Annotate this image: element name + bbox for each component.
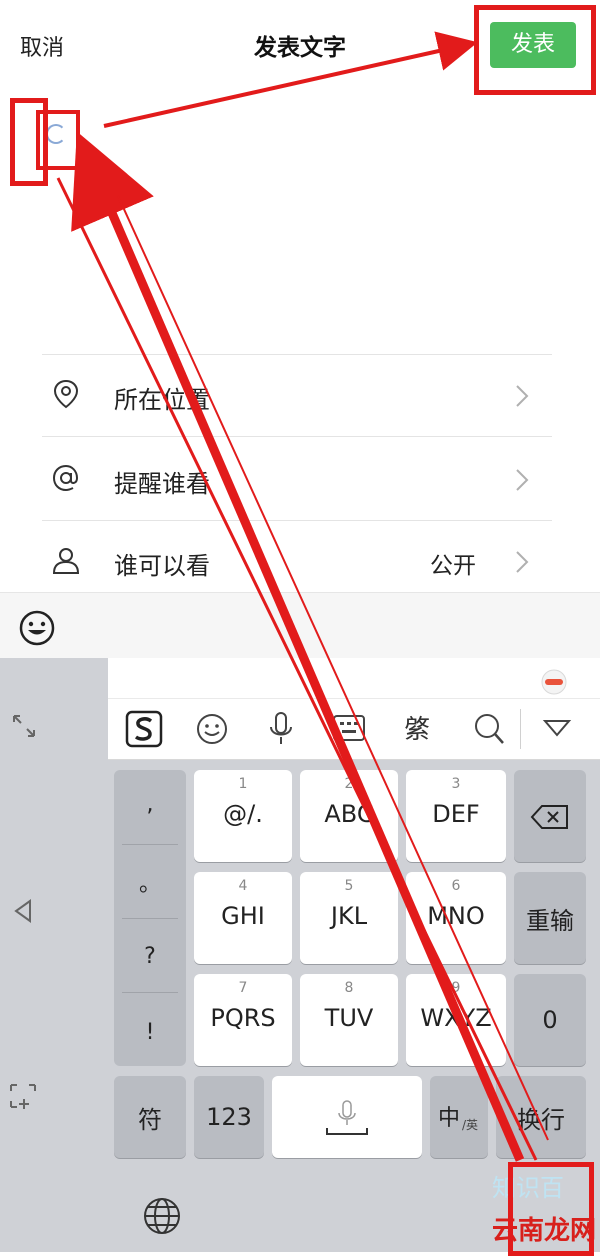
keyboard-toolbar: 綮 [108,698,600,760]
backspace-button[interactable] [514,770,586,862]
key-3[interactable]: 3 DEF [406,770,506,862]
option-row-remind[interactable]: 提醒谁看 [0,438,600,520]
option-label: 提醒谁看 [114,470,210,498]
chevron-right-icon [516,469,529,491]
option-row-location[interactable]: 所在位置 [0,356,600,436]
punct-key[interactable]: ? [114,944,186,969]
at-icon [52,464,79,492]
key-label: @/. [223,800,263,828]
zero-key[interactable]: 0 [514,974,586,1066]
newline-key[interactable]: 换行 [496,1076,586,1158]
key-number: 7 [238,980,248,996]
option-label: 谁可以看 [114,552,210,580]
toolbar-char[interactable]: 綮 [404,709,430,746]
key-9[interactable]: 9 WXYZ [406,974,506,1066]
key-4[interactable]: 4 GHI [194,872,292,964]
punct-key[interactable]: , [114,792,186,817]
key-sublabel: /英 [462,1118,479,1132]
smiley-icon[interactable] [18,609,56,647]
key-label: 123 [206,1103,252,1131]
backspace-icon [530,805,568,829]
key-1[interactable]: 1 @/. [194,770,292,862]
divider [520,709,521,749]
compose-text-area[interactable] [0,90,600,350]
emoji-bar [0,592,600,659]
punctuation-column[interactable]: , 。 ? ! [114,770,186,1066]
candidate-bar [108,658,600,698]
key-number: 9 [451,980,461,996]
emoji-icon[interactable] [194,711,230,747]
punct-key[interactable]: ! [114,1020,186,1045]
key-label: 中 [438,1106,461,1131]
space-mic-icon [326,1100,368,1135]
selection-icon[interactable] [8,1082,38,1110]
option-label: 所在位置 [114,386,210,414]
numbers-key[interactable]: 123 [194,1076,264,1158]
divider [122,844,178,845]
chevron-right-icon [516,551,529,573]
annotation-box-publish [474,5,596,95]
key-label: TUV [324,1004,374,1032]
person-icon [52,548,80,574]
space-key[interactable] [272,1076,422,1158]
key-number: 1 [238,776,248,792]
divider [42,436,552,437]
key-2[interactable]: 2 ABC [300,770,398,862]
key-label: WXYZ [420,1004,492,1032]
key-label: MNO [427,902,485,930]
annotation-box-key [508,1162,594,1256]
symbol-key[interactable]: 符 [114,1076,186,1158]
mascot-icon [541,669,567,695]
location-pin-icon [53,379,79,409]
search-icon[interactable] [472,711,506,747]
visibility-value: 公开 [430,553,476,579]
key-label: 0 [542,1006,558,1034]
key-number: 4 [238,878,248,894]
sogou-logo-icon[interactable] [124,709,164,749]
key-label: 符 [138,1105,162,1134]
divider [42,520,552,521]
key-label: GHI [221,902,265,930]
divider [122,992,178,993]
cursor-left-icon[interactable] [12,898,34,924]
keyboard-layout-icon[interactable] [332,713,366,743]
globe-icon[interactable] [142,1196,182,1236]
key-number: 6 [451,878,461,894]
key-label: DEF [432,800,480,828]
key-label: JKL [330,902,368,930]
chevron-right-icon [516,385,529,407]
key-number: 8 [344,980,354,996]
annotation-box-cursor-inner [36,110,80,170]
key-label: ABC [324,800,374,828]
key-7[interactable]: 7 PQRS [194,974,292,1066]
key-8[interactable]: 8 TUV [300,974,398,1066]
reenter-button[interactable]: 重输 [514,872,586,964]
key-label: 换行 [517,1105,565,1134]
key-6[interactable]: 6 MNO [406,872,506,964]
microphone-icon[interactable] [266,709,296,749]
divider [42,354,552,355]
key-label: 重输 [526,906,574,935]
expand-icon[interactable] [10,712,38,740]
key-5[interactable]: 5 JKL [300,872,398,964]
key-number: 5 [344,878,354,894]
collapse-keyboard-icon[interactable] [542,717,572,739]
punct-key[interactable]: 。 [114,866,186,898]
option-row-visibility[interactable]: 谁可以看 [0,522,600,592]
key-label: PQRS [210,1004,276,1032]
language-switch-key[interactable]: 中 /英 [430,1076,488,1158]
key-number: 2 [344,776,354,792]
divider [122,918,178,919]
key-number: 3 [451,776,461,792]
